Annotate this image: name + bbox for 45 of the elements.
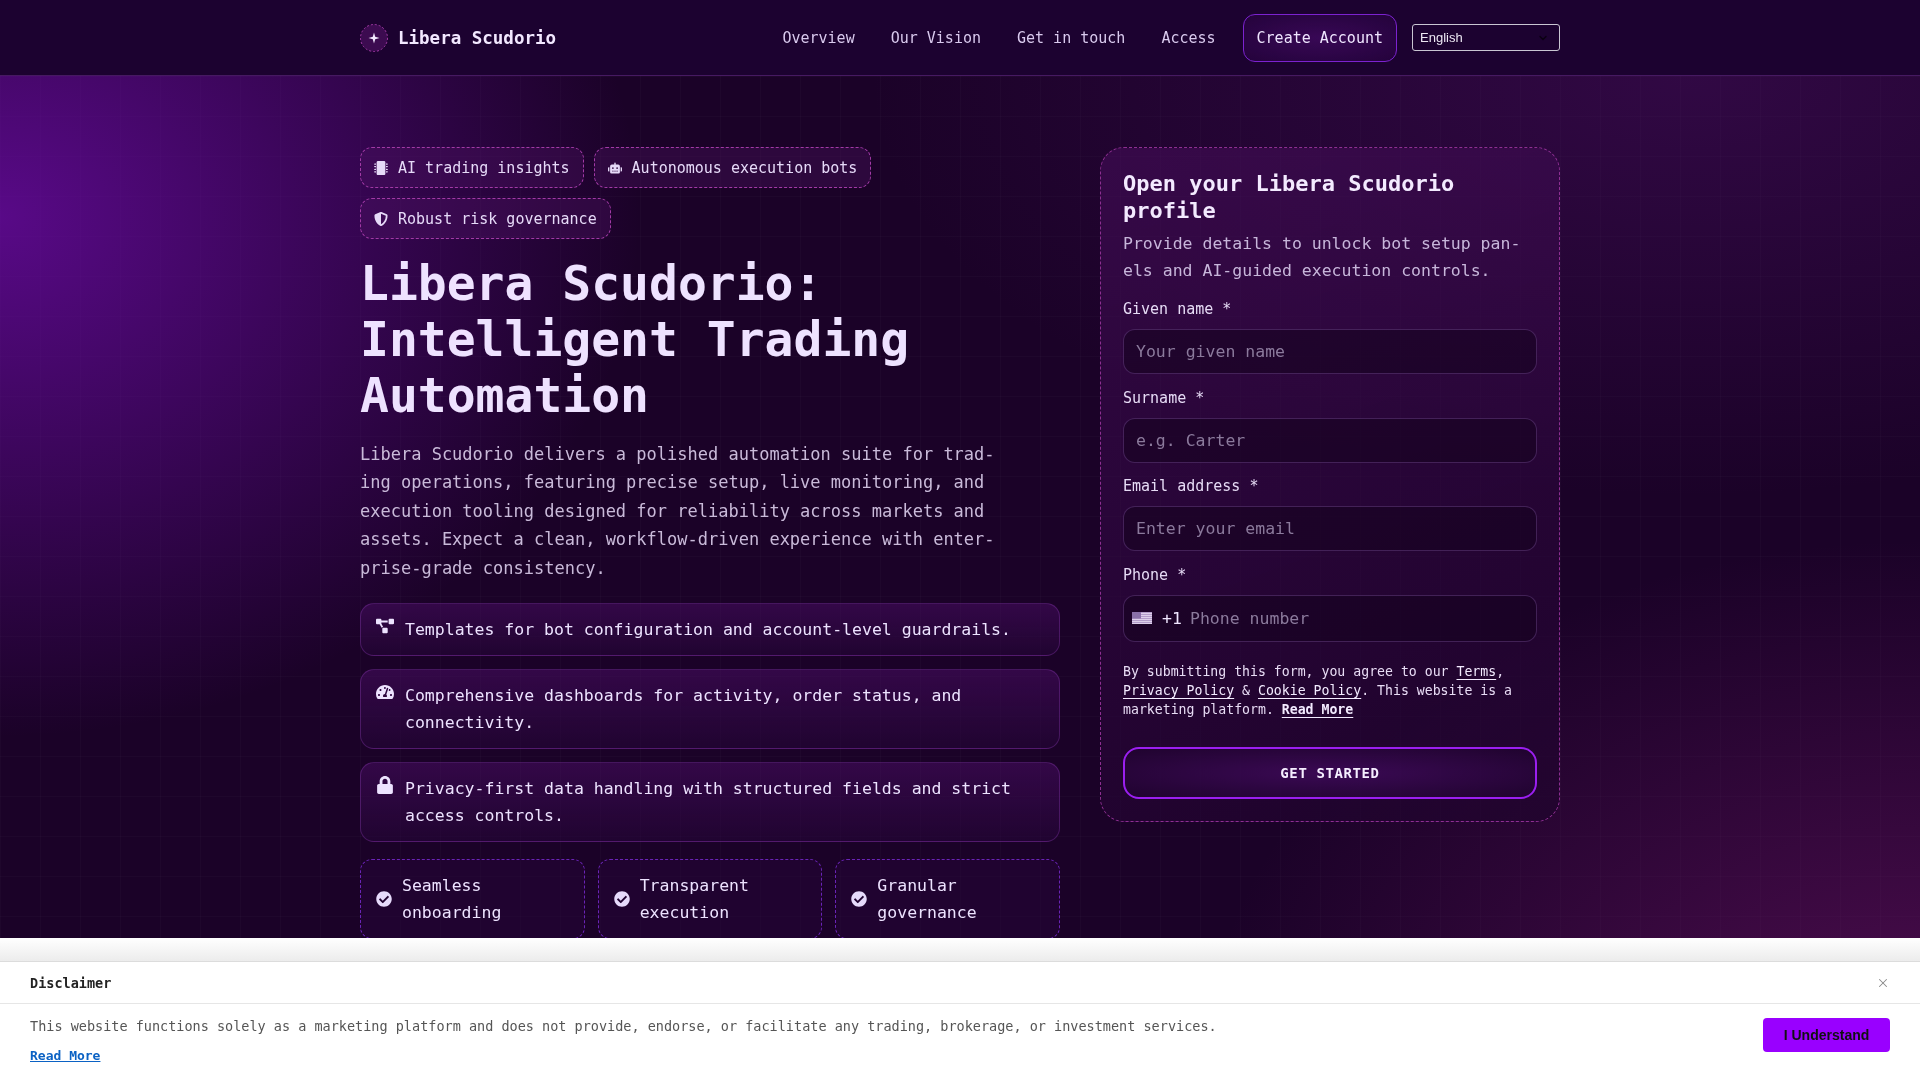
- gauge-icon: [376, 683, 394, 702]
- tag-text: Autonomous execution bots: [631, 158, 858, 177]
- inline-link[interactable]: Read More: [1281, 701, 1354, 717]
- flag-icon: [1132, 612, 1152, 624]
- field-label: Email address *: [1123, 476, 1260, 496]
- email-input[interactable]: Enter your email: [1123, 506, 1537, 551]
- inline-link[interactable]: Cookie Policy: [1258, 682, 1362, 698]
- field-label: Phone *: [1123, 564, 1188, 585]
- inline-link[interactable]: Privacy Policy: [1123, 682, 1235, 698]
- hero-description: Libera Scudorio delivers a polished automation suite for trad-ing operations, featuring precise setup, live monitoring, and execution tooling designed for reliability across markets and assets. Expect a clean, workflow-driven experience with enter-prise-grade consistency.: [360, 443, 996, 580]
- highlight-text: Seamless onboarding: [402, 875, 503, 925]
- form-subtitle: Provide details to unlock bot setup pan-els and AI-guided execution controls.: [1123, 233, 1522, 282]
- highlight-text: Granular governance: [877, 875, 978, 925]
- read-more-link[interactable]: Read More: [30, 1047, 101, 1065]
- shield-icon: [374, 211, 388, 226]
- lock-icon: [376, 776, 394, 795]
- consent-text: By submitting this form, you agree to our Terms, Privacy Policy & Cookie Policy. This website is a marketing platform. Read More: [1123, 662, 1514, 719]
- nav-link[interactable]: Get in touch: [1017, 28, 1126, 47]
- chip-icon: [374, 160, 388, 175]
- get-started-button[interactable]: GET STARTED: [1123, 746, 1537, 799]
- country-code: +1: [1162, 608, 1182, 628]
- robot-icon: [607, 160, 622, 175]
- tag-text: AI trading insights: [398, 158, 570, 177]
- highlight-text: Transparent execution: [639, 875, 750, 925]
- nav-link[interactable]: Our Vision: [890, 28, 981, 47]
- diagram-icon: [376, 617, 394, 636]
- create-account-button[interactable]: Create Account: [1242, 13, 1397, 62]
- form-title: Open your Libera Scudorio profile: [1123, 170, 1456, 224]
- nav-link[interactable]: Access: [1161, 28, 1216, 47]
- language-select[interactable]: English: [1412, 24, 1560, 51]
- feature-text: Templates for bot configuration and account-level guardrails.: [405, 619, 1011, 642]
- inline-link[interactable]: Terms: [1456, 663, 1497, 679]
- disclaimer-text: This website functions solely as a marketing platform and does not provide, endorse, or facilitate any trading, brokerage, or investment services.: [30, 1017, 1217, 1035]
- feature-text: Comprehensive dashboards for activity, order status, and connectivity.: [405, 685, 963, 735]
- sparkle-icon: [360, 23, 388, 52]
- field-label: Surname *: [1123, 387, 1206, 408]
- feature-text: Privacy-first data handling with structured fields and strict access controls.: [405, 778, 1012, 828]
- text-input[interactable]: Your given name: [1123, 329, 1537, 374]
- field-label: Given name *: [1123, 299, 1233, 319]
- disclaimer-title: Disclaimer: [30, 974, 112, 991]
- hero-title: Libera Scudorio: Intelligent Trading Automation: [360, 255, 911, 423]
- text-input[interactable]: e.g. Carter: [1123, 417, 1537, 463]
- nav-link[interactable]: Overview: [782, 28, 855, 47]
- tag-text: Robust risk governance: [398, 209, 597, 228]
- brand-name: Libera Scudorio: [398, 27, 557, 48]
